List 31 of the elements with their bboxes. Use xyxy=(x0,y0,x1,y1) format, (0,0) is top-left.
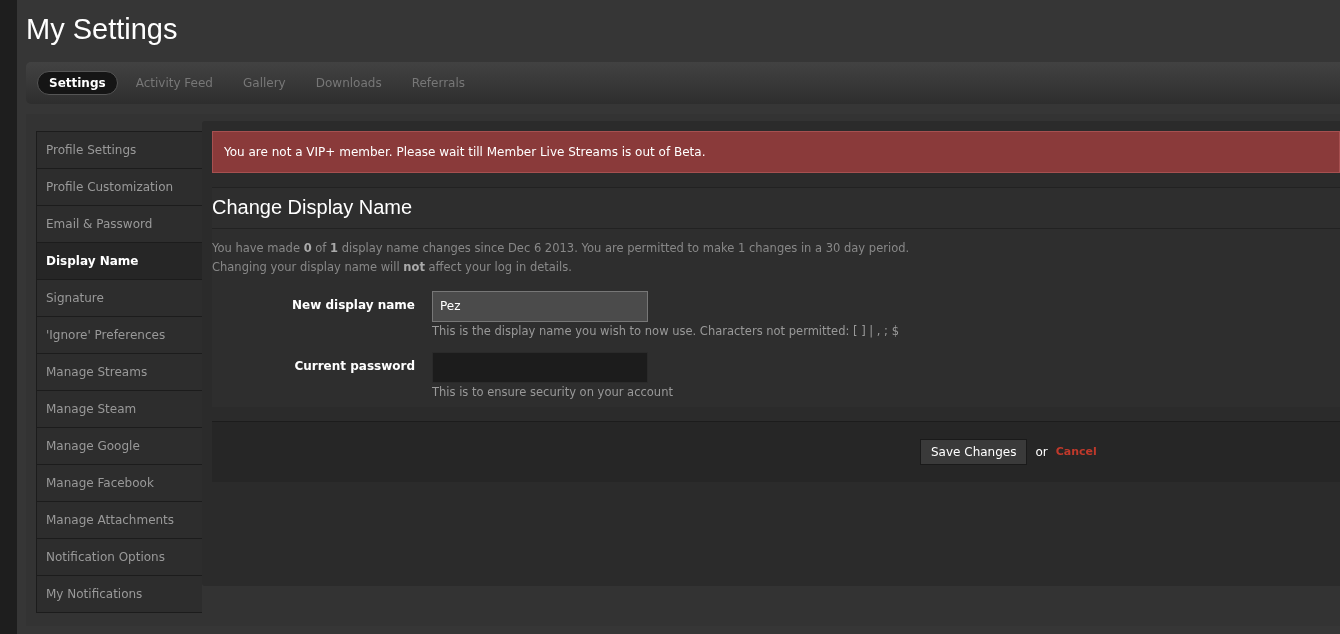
intro-text: You have made 0 of 1 display name changes since Dec 6 2013. You are permitted to make 1 changes in a 30 day period. xyxy=(212,239,911,257)
cancel-link[interactable]: Cancel xyxy=(1055,445,1097,459)
section-heading: Change Display Name xyxy=(212,187,1340,229)
field-label: Current password xyxy=(293,357,415,375)
sidebar-item[interactable]: Manage Steam xyxy=(37,390,202,428)
sidebar-item[interactable]: Email & Password xyxy=(37,205,202,243)
input-field[interactable]: Pez xyxy=(432,290,648,322)
or-text: or xyxy=(1035,444,1048,459)
tab[interactable]: Activity Feed xyxy=(123,70,225,95)
field-hint: This is to ensure security on your account xyxy=(432,384,674,399)
tab[interactable]: Settings xyxy=(37,70,118,95)
sidebar-item[interactable]: Profile Customization xyxy=(37,168,202,206)
sidebar-item[interactable]: Manage Attachments xyxy=(37,501,202,539)
sidebar-item[interactable]: Signature xyxy=(37,279,202,317)
sidebar-item[interactable]: Profile Settings xyxy=(37,131,202,169)
page-title: My Settings xyxy=(26,14,179,46)
tab[interactable]: Referrals xyxy=(399,70,478,95)
save-button[interactable]: Save Changes xyxy=(920,438,1028,465)
alert-message: You are not a VIP+ member. Please wait till Member Live Streams is out of Beta. xyxy=(212,130,1340,173)
sidebar-item[interactable]: 'Ignore' Preferences xyxy=(37,316,202,354)
sidebar-item[interactable]: Manage Google xyxy=(37,427,202,465)
tab[interactable]: Gallery xyxy=(231,70,298,95)
sidebar-item[interactable]: Manage Facebook xyxy=(37,464,202,502)
sidebar-item[interactable]: Notification Options xyxy=(37,538,202,576)
sidebar-item[interactable]: My Notifications xyxy=(37,575,202,612)
tab[interactable]: Downloads xyxy=(303,70,394,95)
sidebar-item[interactable]: Manage Streams xyxy=(37,353,202,391)
sidebar-item[interactable]: Display Name xyxy=(37,242,202,280)
field-label: New display name xyxy=(291,296,415,314)
intro-text: Changing your display name will not affect your log in details. xyxy=(212,258,573,276)
field-hint: This is the display name you wish to now use. Characters not permitted: [ ] | , ; $ xyxy=(432,323,900,338)
